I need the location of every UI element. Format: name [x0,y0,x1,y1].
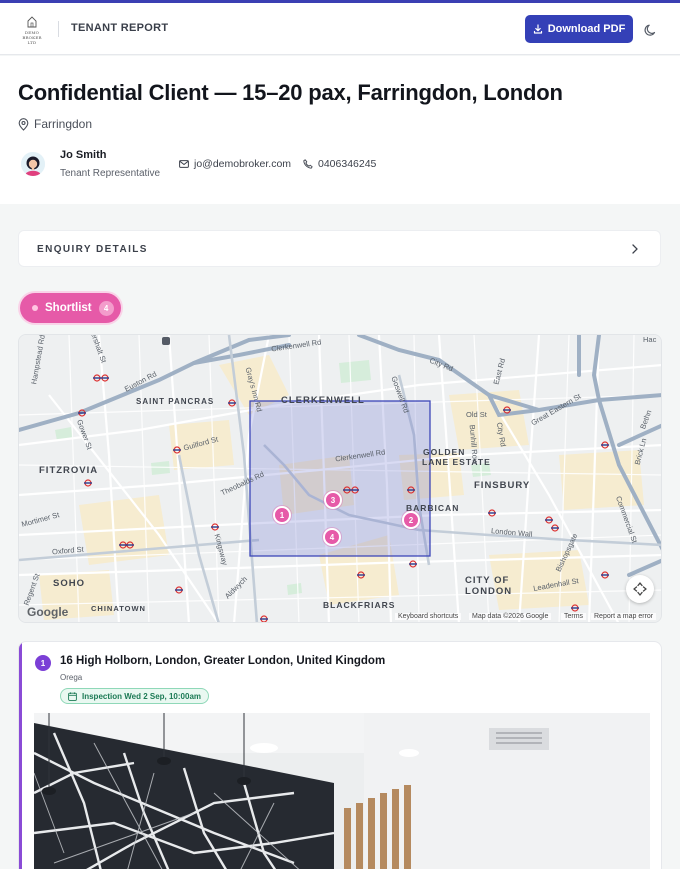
location-row: Farringdon [18,117,92,131]
agent-phone-text: 0406346245 [318,158,377,170]
phone-icon [303,159,313,169]
house-icon [27,16,37,28]
map-label-fitzrovia: FITZROVIA [39,465,99,476]
map-fullscreen-button[interactable] [626,575,654,603]
enquiry-details-label: ENQUIRY DETAILS [37,244,148,255]
download-pdf-label: Download PDF [547,23,626,35]
report-hero: Confidential Client — 15–20 pax, Farring… [0,56,680,204]
listing-card[interactable]: 1 16 High Holborn, London, Greater Londo… [18,641,662,869]
google-logo: Google [27,605,69,619]
avatar [21,152,45,176]
shortlist-dot [32,305,38,311]
agent-email-text: jo@demobroker.com [194,158,292,170]
agent-phone[interactable]: 0406346245 [303,158,376,170]
dark-mode-toggle-icon[interactable] [643,22,659,38]
listing-operator: Orega [60,673,83,682]
map-label-clerkenwell: CLERKENWELL [281,395,365,406]
listing-card-accent [19,642,22,869]
map-marker-2[interactable]: 2 [402,511,420,529]
chevron-right-icon [632,244,638,254]
shortlist-count-badge: 4 [98,300,114,316]
street-hac: Hac [643,335,657,344]
map-label-blackfriars: BLACKFRIARS [323,600,396,610]
map-marker-3[interactable]: 3 [324,491,342,509]
listing-number-badge: 1 [35,655,51,671]
company-logo: DEMO BROKER LTD [18,16,46,45]
map-label-chinatown: CHINATOWN [91,604,146,613]
map-pin-icon [18,117,29,131]
location-map[interactable]: CLERKENWELL SAINT PANCRAS FITZROVIA GOLD… [18,334,662,623]
map-marker-1[interactable]: 1 [273,506,291,524]
agent-name: Jo Smith [60,149,107,161]
page-title: Confidential Client — 15–20 pax, Farring… [18,80,563,105]
terms-link[interactable]: Terms [561,613,587,620]
map-label-london: LONDON [465,586,513,597]
logo-line-2: BROKER LTD [22,35,42,45]
map-label-soho: SOHO [53,578,85,589]
shortlist-filter-chip[interactable]: Shortlist 4 [20,293,121,323]
listing-photo[interactable] [34,713,650,869]
inspection-badge: Inspection Wed 2 Sep, 10:00am [60,688,210,704]
agent-avatar-illustration [21,152,45,176]
download-icon [533,24,542,34]
map-label-finsbury: FINSBURY [474,480,531,491]
location-text: Farringdon [34,117,93,131]
header: DEMO BROKER LTD TENANT REPORT Download P… [0,3,680,55]
map-label-lane-estate: LANE ESTATE [422,457,491,467]
agent-role: Tenant Representative [60,168,161,179]
map-label-golden: GOLDEN [423,447,466,457]
office-interior-image [34,713,650,869]
report-map-error-link[interactable]: Report a map error [591,613,657,620]
agent-email[interactable]: jo@demobroker.com [179,158,291,170]
inspection-text: Inspection Wed 2 Sep, 10:00am [82,691,202,701]
enquiry-details-accordion[interactable]: ENQUIRY DETAILS [18,230,661,267]
calendar-icon [68,691,77,701]
map-label-saint-pancras: SAINT PANCRAS [136,397,215,406]
street-old-st: Old St [466,410,487,419]
header-divider [58,21,59,37]
map-data-attribution: Map data ©2026 Google [469,613,552,620]
map-marker-4[interactable]: 4 [323,528,341,546]
download-pdf-button[interactable]: Download PDF [525,15,633,43]
keyboard-shortcuts-link[interactable]: Keyboard shortcuts [395,613,462,620]
report-title: TENANT REPORT [71,22,169,34]
shortlist-label: Shortlist [45,302,92,314]
fullscreen-icon [633,582,647,596]
mail-icon [179,160,189,168]
listing-address: 16 High Holborn, London, Greater London,… [60,655,386,667]
map-label-city-of: CITY OF [465,575,510,586]
